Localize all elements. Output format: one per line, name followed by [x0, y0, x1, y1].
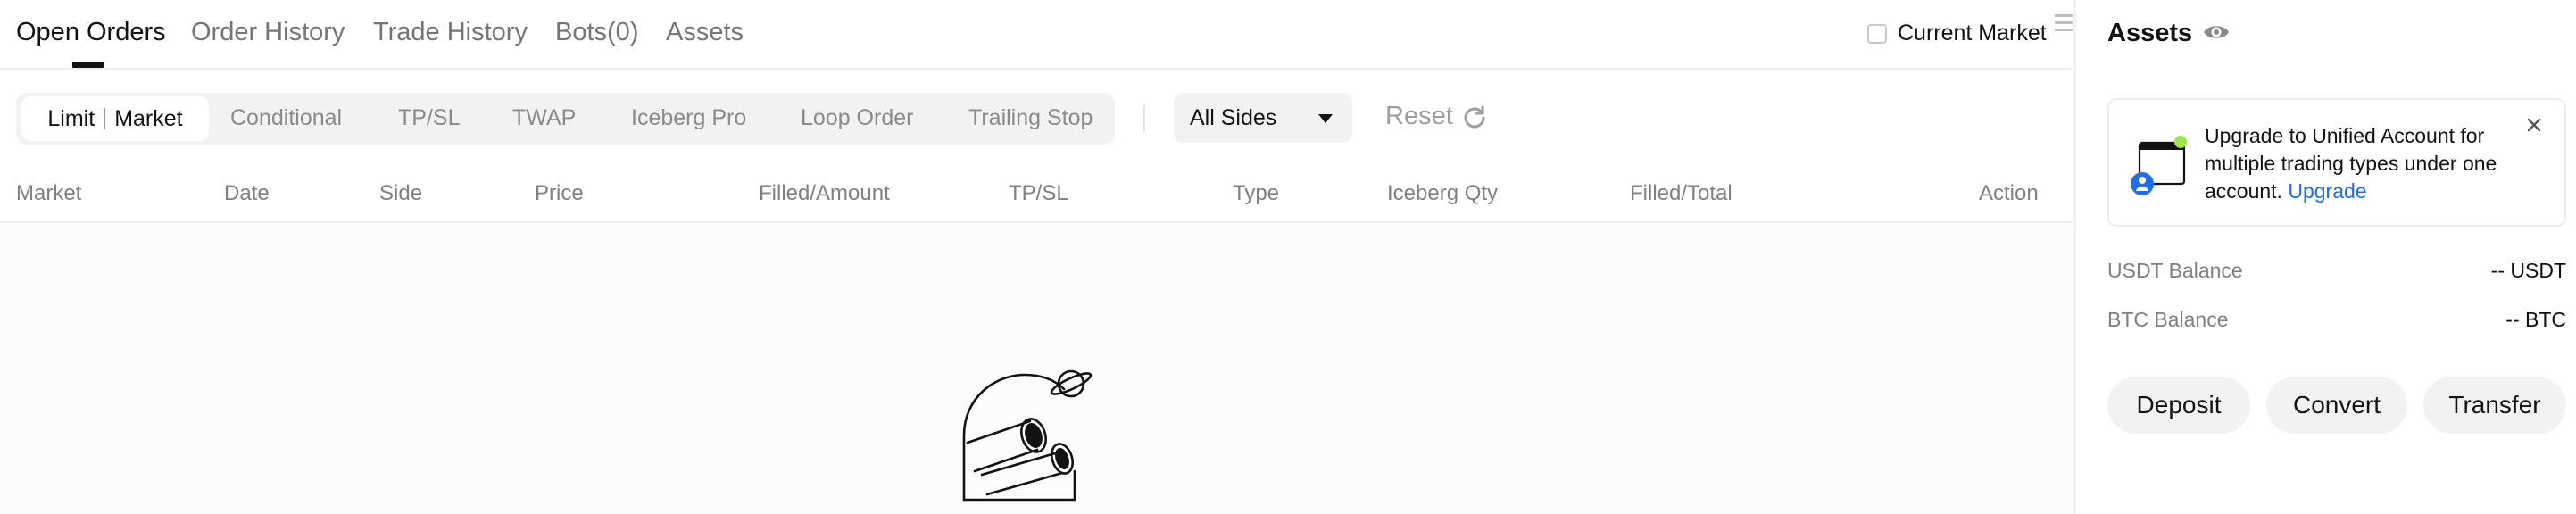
tab-open-orders[interactable]: Open Orders: [16, 18, 166, 47]
order-type-segmented-control: Limit Market Conditional TP/SL TWAP Iceb…: [16, 93, 1115, 145]
order-type-tpsl[interactable]: TP/SL: [398, 105, 460, 131]
filter-divider: [1143, 105, 1145, 132]
order-type-limit-label: Limit: [47, 105, 96, 131]
current-market-checkbox[interactable]: [1867, 23, 1887, 44]
segment-separator: [104, 108, 106, 129]
btc-balance-label: BTC Balance: [2107, 308, 2229, 331]
convert-button[interactable]: Convert: [2266, 377, 2407, 434]
order-type-trailing-stop[interactable]: Trailing Stop: [968, 105, 1093, 131]
orders-panel: Open Orders Order History Trade History …: [0, 0, 2073, 514]
assets-panel: Assets Upgrade to Unified Account for mu…: [2073, 0, 2576, 514]
column-header-type: Type: [1233, 181, 1280, 205]
active-tab-indicator: [72, 62, 104, 68]
column-header-filled-total: Filled/Total: [1630, 181, 1733, 205]
eye-icon[interactable]: [2202, 21, 2231, 43]
orders-table-header: Market Date Side Price Filled/Amount TP/…: [0, 170, 2073, 223]
tab-trade-history[interactable]: Trade History: [373, 18, 528, 47]
tab-order-history[interactable]: Order History: [191, 18, 345, 47]
transfer-button[interactable]: Transfer: [2423, 377, 2566, 434]
column-header-price: Price: [535, 181, 584, 205]
reset-label: Reset: [1385, 102, 1453, 130]
sides-select-value: All Sides: [1190, 104, 1277, 130]
order-type-iceberg-pro[interactable]: Iceberg Pro: [631, 105, 746, 131]
caret-down-icon: [1318, 114, 1333, 123]
tab-assets[interactable]: Assets: [666, 18, 744, 47]
order-type-market-label: Market: [114, 105, 183, 131]
order-type-twap[interactable]: TWAP: [512, 105, 576, 131]
column-settings-icon[interactable]: [2055, 14, 2073, 34]
btc-balance-value: -- BTC: [2505, 308, 2566, 331]
column-header-date: Date: [224, 181, 270, 205]
upgrade-banner-message: Upgrade to Unified Account for multiple …: [2205, 122, 2526, 205]
order-type-limit-market[interactable]: Limit Market: [21, 96, 209, 141]
current-market-filter[interactable]: Current Market: [1867, 21, 2047, 46]
column-header-tpsl: TP/SL: [1009, 181, 1068, 205]
upgrade-unified-account-banner: Upgrade to Unified Account for multiple …: [2107, 98, 2566, 227]
order-type-loop-order[interactable]: Loop Order: [801, 105, 913, 131]
usdt-balance-value: -- USDT: [2490, 259, 2566, 282]
order-type-conditional[interactable]: Conditional: [230, 105, 342, 131]
column-header-action: Action: [1979, 181, 2039, 205]
unified-account-icon: [2131, 136, 2187, 195]
deposit-button[interactable]: Deposit: [2107, 377, 2250, 434]
upgrade-link[interactable]: Upgrade: [2288, 179, 2366, 203]
column-header-side: Side: [379, 181, 423, 205]
current-market-label: Current Market: [1898, 21, 2047, 46]
reset-button[interactable]: Reset: [1385, 102, 1487, 131]
usdt-balance-label: USDT Balance: [2107, 259, 2243, 282]
assets-panel-title: Assets: [2107, 19, 2193, 47]
column-header-filled-amount: Filled/Amount: [759, 181, 890, 205]
close-icon[interactable]: [2525, 116, 2543, 134]
binoculars-empty-state-icon: [962, 369, 1093, 502]
tab-bots[interactable]: Bots(0): [555, 18, 638, 47]
refresh-icon: [1464, 105, 1485, 128]
column-header-iceberg-qty: Iceberg Qty: [1387, 181, 1499, 205]
orders-tab-bar: Open Orders Order History Trade History …: [0, 0, 2073, 70]
sides-select[interactable]: All Sides: [1174, 93, 1352, 143]
column-header-market: Market: [16, 181, 82, 205]
